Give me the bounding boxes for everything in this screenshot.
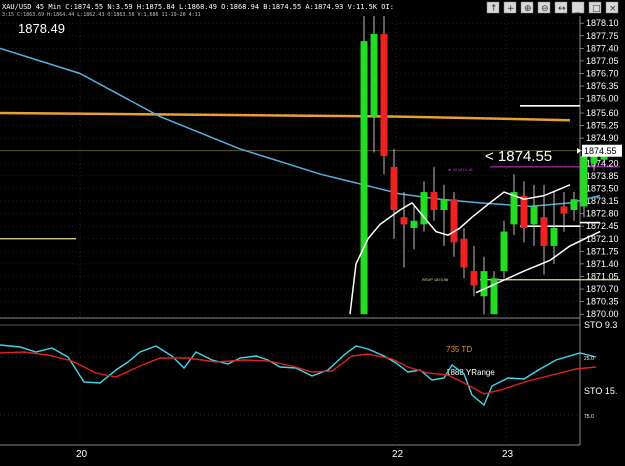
candle-down: [460, 238, 468, 268]
white-trailing-line: [349, 184, 571, 315]
y-tick-label: 1876.70: [586, 68, 619, 78]
y-tick-label: 1875.25: [586, 121, 619, 131]
candle-up: [500, 231, 508, 272]
sto-axis-label: STO 15.: [584, 386, 617, 396]
crosshair-icon[interactable]: +: [503, 1, 517, 14]
candle-up: [550, 227, 558, 246]
candle-down: [450, 199, 458, 243]
restore-icon-glyph: □: [592, 4, 601, 14]
y-tick-label: 1875.60: [586, 108, 619, 118]
top-price-label: 1878.49: [18, 21, 65, 36]
sto-d-line: [0, 351, 597, 395]
y-tick-label: 1871.40: [586, 259, 619, 269]
blue-moving-average: [0, 47, 601, 208]
zoom-in-icon-glyph: ⊕: [524, 4, 532, 14]
y-tick-label: 1874.90: [586, 133, 619, 143]
y-tick-label: 1877.05: [586, 56, 619, 66]
candle-down: [400, 217, 408, 225]
td-label: 735 TD: [446, 345, 472, 354]
candle-up: [370, 33, 378, 117]
candle-up: [580, 156, 588, 207]
y-tick-label: 1870.35: [586, 297, 619, 307]
y-tick-label: 1873.85: [586, 171, 619, 181]
close-icon[interactable]: ×: [605, 1, 619, 14]
current-price-axis-label: 1874.55: [584, 146, 617, 156]
y-tick-label: 1870.70: [586, 284, 619, 294]
candle-down: [470, 271, 478, 286]
restore-icon[interactable]: □: [588, 1, 602, 14]
candle-up: [590, 156, 598, 164]
x-tick-label: 20: [76, 449, 88, 460]
sto-axis-label: STO 9.3: [584, 320, 617, 330]
sto-axis-label: 25.0: [584, 356, 594, 362]
y-tick-label: 1871.75: [586, 246, 619, 256]
header-sub-line: 3:15 C:1863.69 H:1864.44 L:1862.43 O:186…: [2, 12, 201, 18]
header-quote-line: XAU/USD 45 Min C:1874.55 N:3.59 H:1875.8…: [2, 3, 394, 11]
magenta-level-label: ► W 1874.18: [448, 167, 473, 172]
minimize-icon-glyph: _: [574, 4, 580, 14]
candle-down: [560, 206, 568, 214]
y-tick-label: 1872.80: [586, 209, 619, 219]
zoom-in-icon[interactable]: ⊕: [520, 1, 534, 14]
candle-up: [440, 199, 448, 211]
pan-icon[interactable]: ↔: [554, 1, 568, 14]
price-line-icon[interactable]: ↑: [486, 1, 500, 14]
y-tick-label: 1876.00: [586, 94, 619, 104]
y-tick-label: 1873.50: [586, 183, 619, 193]
pan-icon-glyph: ↔: [558, 4, 566, 14]
y-tick-label: 1876.35: [586, 81, 619, 91]
sto-axis-label: 75.0: [584, 414, 594, 420]
candle-down: [430, 192, 438, 211]
candle-down: [380, 33, 388, 157]
candle-up: [360, 41, 368, 315]
x-tick-label: 22: [392, 449, 404, 460]
candle-down: [540, 217, 548, 246]
y-tick-label: 1878.10: [586, 18, 619, 28]
rsvp-level-label: RSVP 1870.96: [422, 277, 449, 282]
x-tick-label: 23: [502, 449, 514, 460]
close-icon-glyph: ×: [609, 4, 617, 14]
candle-up: [570, 199, 578, 211]
orange-moving-average: [0, 111, 571, 122]
white-lower-line: [475, 230, 601, 294]
candle-down: [390, 166, 398, 211]
sto-k-line: [0, 344, 597, 407]
candle-up: [410, 220, 418, 228]
minimize-icon[interactable]: _: [571, 1, 585, 14]
candle-up: [480, 271, 488, 297]
candle-up: [530, 206, 538, 225]
crosshair-icon-glyph: +: [507, 4, 515, 14]
yrange-label: 1888 YRange: [446, 368, 495, 377]
y-tick-label: 1870.00: [586, 309, 619, 319]
y-tick-label: 1877.75: [586, 31, 619, 41]
zoom-out-icon-glyph: ⊖: [541, 4, 549, 14]
y-tick-label: 1877.40: [586, 43, 619, 53]
price-line-icon-glyph: ↑: [490, 4, 498, 14]
zoom-out-icon[interactable]: ⊖: [537, 1, 551, 14]
trading-chart[interactable]: XAU/USD 45 Min C:1874.55 N:3.59 H:1875.8…: [0, 0, 625, 466]
candle-down: [520, 195, 528, 228]
